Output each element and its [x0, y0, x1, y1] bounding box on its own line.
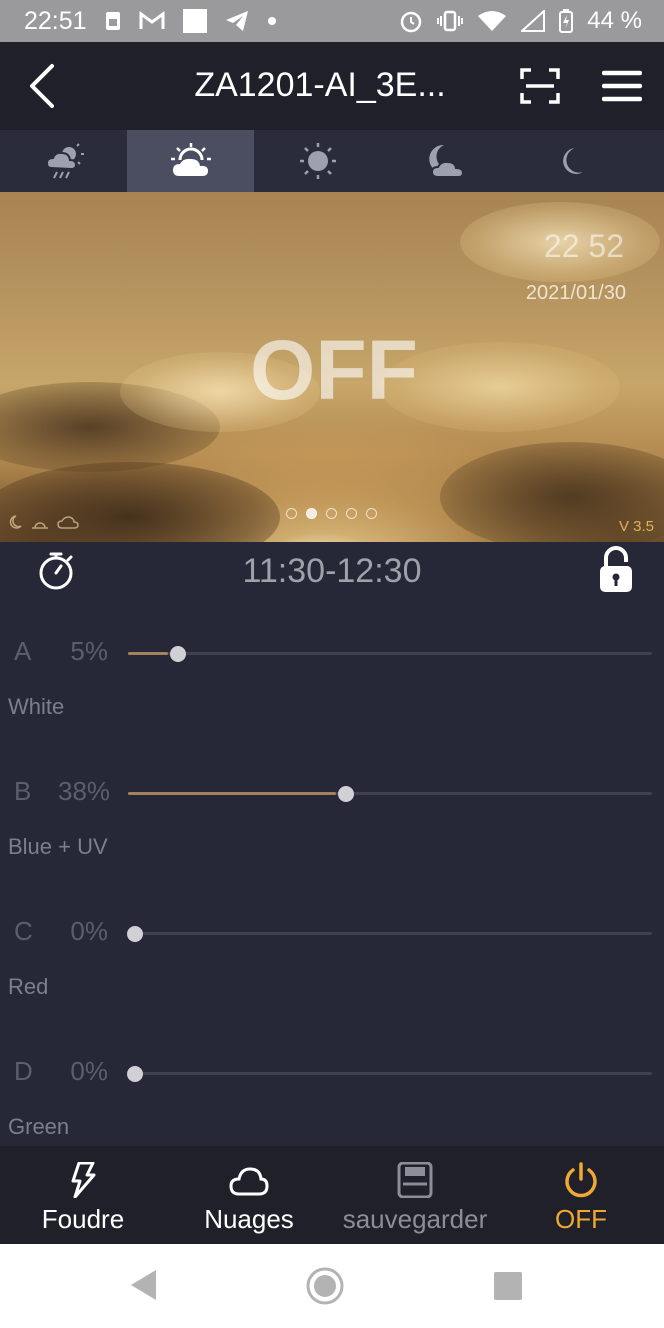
scan-icon	[520, 68, 560, 104]
sun-icon	[299, 143, 336, 179]
channel-percent: 38%	[58, 776, 111, 806]
moon-cloud-icon	[428, 144, 464, 178]
battery-percent: 44 %	[587, 7, 642, 34]
slider-fill	[128, 652, 168, 655]
tab-night-cloudy[interactable]	[381, 130, 508, 192]
app-header: ZA1201-AI_3E...	[0, 42, 664, 130]
slider-thumb[interactable]	[337, 786, 354, 802]
channel-name: Blue + UV	[8, 834, 108, 859]
slider-track	[128, 1072, 652, 1075]
nav-recents-icon[interactable]	[494, 1272, 522, 1300]
light-preview[interactable]: 22 52 2021/01/30 OFF V 3.5	[0, 192, 664, 542]
cloud-shape	[0, 462, 280, 542]
channel-name: White	[8, 694, 65, 719]
preview-clock: 22 52	[543, 228, 624, 264]
channel-name: Red	[8, 974, 49, 999]
pager-dot[interactable]	[366, 508, 377, 519]
dot-icon	[267, 17, 276, 25]
vibrate-icon	[437, 10, 464, 32]
bottom-action-bar: Foudre Nuages sauvegarder OFF	[0, 1146, 664, 1244]
scan-button[interactable]	[520, 68, 560, 104]
tab-sunrise[interactable]	[127, 130, 254, 192]
back-arrow-icon	[30, 64, 54, 108]
pager-dot[interactable]	[346, 508, 357, 519]
sim-card-icon	[105, 12, 120, 30]
slider-thumb[interactable]	[127, 1066, 143, 1082]
channel-letter: C	[14, 916, 33, 946]
power-icon	[565, 1162, 597, 1198]
telegram-icon	[225, 11, 248, 31]
channel-percent: 0%	[70, 1056, 108, 1086]
channel-percent: 0%	[70, 916, 108, 946]
slider-track	[128, 932, 652, 935]
system-navigation-bar	[0, 1244, 664, 1328]
status-bar: 22:51 44 %	[0, 0, 664, 42]
channel-c: C 0% Red	[0, 916, 664, 1036]
cloud-icon	[229, 1167, 269, 1196]
back-button[interactable]	[22, 62, 62, 110]
battery-icon	[559, 9, 574, 33]
slider-thumb[interactable]	[127, 926, 143, 942]
cloud-icon	[57, 516, 79, 529]
alarm-icon	[401, 11, 422, 33]
status-time: 22:51	[24, 6, 87, 35]
power-button[interactable]: OFF	[498, 1146, 664, 1244]
sunrise-icon	[170, 143, 211, 176]
channel-b: B 38% Blue + UV	[0, 776, 664, 896]
menu-icon	[601, 70, 643, 102]
nav-back-icon[interactable]	[128, 1268, 158, 1302]
tab-night[interactable]	[508, 130, 635, 192]
schedule-time-range[interactable]: 11:30-12:30	[0, 552, 664, 591]
wifi-icon	[478, 11, 507, 31]
preview-date: 2021/01/30	[525, 282, 626, 304]
slider-fill	[128, 792, 336, 795]
channel-slider[interactable]	[127, 1059, 652, 1089]
slider-thumb[interactable]	[169, 646, 186, 662]
channel-slider[interactable]	[127, 919, 652, 949]
channel-name: Green	[8, 1114, 70, 1139]
mode-tabs	[0, 130, 664, 192]
channel-slider[interactable]	[128, 779, 652, 809]
channel-a: A 5% White	[0, 636, 664, 756]
channel-slider[interactable]	[128, 639, 652, 669]
channel-letter: B	[14, 776, 32, 806]
unlock-icon	[600, 546, 632, 592]
channel-percent: 5%	[70, 636, 108, 666]
gmail-icon	[139, 11, 165, 29]
moon-icon	[9, 515, 22, 529]
pager-dot[interactable]	[286, 508, 297, 519]
device-title: ZA1201-AI_3E...	[194, 66, 446, 104]
menu-button[interactable]	[601, 68, 643, 104]
channel-letter: A	[14, 636, 32, 666]
slider-track	[128, 652, 652, 655]
preview-weather-icons	[6, 514, 80, 530]
firmware-version: V 3.5	[618, 518, 654, 535]
storm-cloud-icon	[45, 143, 84, 179]
pager-dot[interactable]	[326, 508, 337, 519]
gallery-icon	[182, 9, 207, 33]
power-label: OFF	[555, 1204, 607, 1234]
channel-letter: D	[14, 1056, 33, 1086]
tab-sunny[interactable]	[254, 130, 381, 192]
lock-button[interactable]	[598, 546, 634, 594]
moon-icon	[562, 148, 583, 174]
lightning-button[interactable]: Foudre	[0, 1146, 166, 1244]
tab-stormy-weather[interactable]	[0, 130, 127, 192]
app-screen: 22:51 44 % ZA1201-AI_3E... 22 52 2021/01…	[0, 0, 664, 1328]
preview-state: OFF	[250, 323, 418, 417]
save-icon	[397, 1162, 433, 1198]
signal-icon	[521, 10, 546, 32]
save-button[interactable]: sauvegarder	[332, 1146, 498, 1244]
clouds-label: Nuages	[204, 1204, 294, 1234]
preview-pager	[286, 508, 377, 519]
clouds-button[interactable]: Nuages	[166, 1146, 332, 1244]
pager-dot-active[interactable]	[306, 508, 317, 519]
save-label: sauvegarder	[342, 1204, 488, 1234]
sunrise-icon	[32, 522, 48, 529]
nav-home-icon[interactable]	[305, 1266, 345, 1306]
lightning-icon	[71, 1162, 96, 1198]
lightning-label: Foudre	[41, 1204, 125, 1234]
